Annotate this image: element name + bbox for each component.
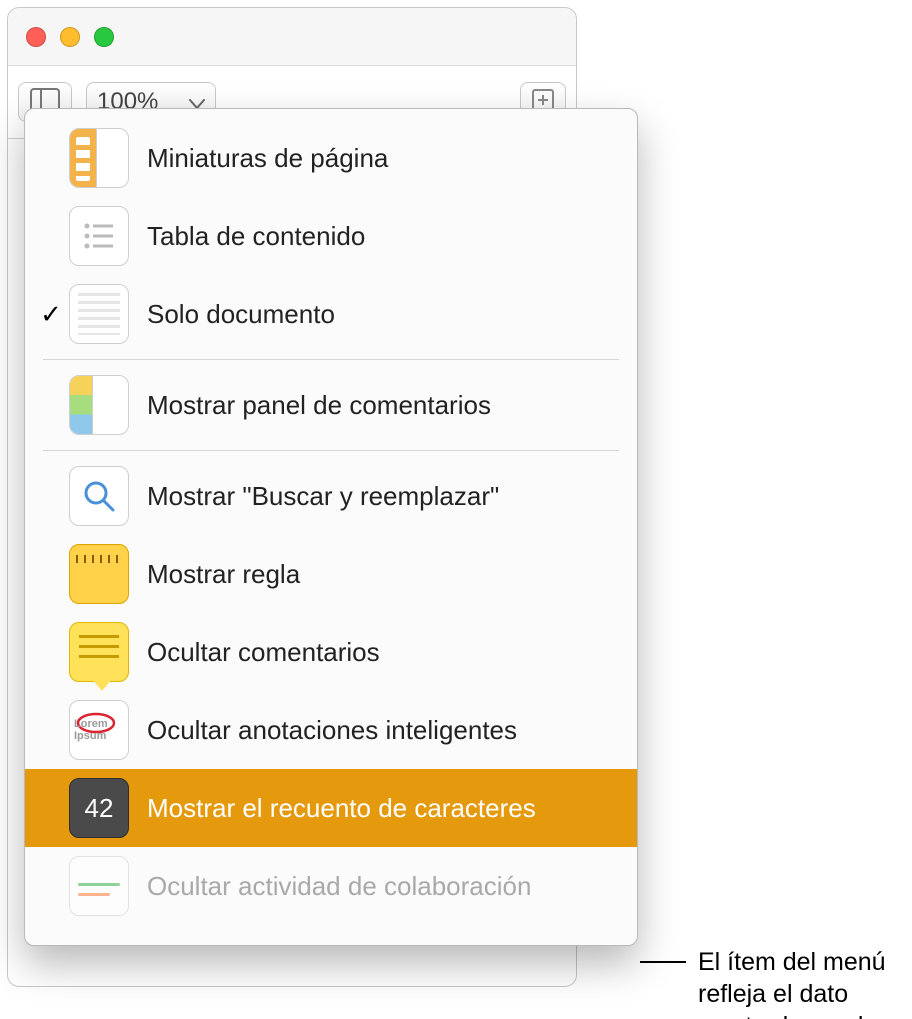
menu-item-hide-collaboration-activity: Ocultar actividad de colaboración (31, 847, 631, 925)
document-only-icon (69, 284, 129, 344)
smart-annotations-icon: Lorem Ipsum (69, 700, 129, 760)
menu-item-label: Ocultar anotaciones inteligentes (147, 715, 517, 746)
menu-item-hide-smart-annotations[interactable]: Lorem Ipsum Ocultar anotaciones intelige… (31, 691, 631, 769)
collaboration-activity-icon (69, 856, 129, 916)
menu-item-label: Miniaturas de página (147, 143, 388, 174)
menu-item-label: Ocultar comentarios (147, 637, 380, 668)
menu-item-label: Mostrar regla (147, 559, 300, 590)
menu-item-label: Mostrar el recuento de caracteres (147, 793, 536, 824)
menu-item-label: Mostrar panel de comentarios (147, 390, 491, 421)
menu-item-show-character-count[interactable]: 42 Mostrar el recuento de caracteres (25, 769, 637, 847)
zoom-window-button[interactable] (94, 27, 114, 47)
traffic-lights (26, 27, 114, 47)
menu-item-show-ruler[interactable]: Mostrar regla (31, 535, 631, 613)
close-window-button[interactable] (26, 27, 46, 47)
menu-item-hide-comments[interactable]: Ocultar comentarios (31, 613, 631, 691)
table-of-contents-icon (69, 206, 129, 266)
callout-text: El ítem del menú refleja el dato mostrad… (698, 946, 908, 1019)
titlebar (8, 8, 576, 66)
menu-item-page-thumbnails[interactable]: Miniaturas de página (31, 119, 631, 197)
menu-item-document-only[interactable]: ✓ Solo documento (31, 275, 631, 353)
menu-item-label: Mostrar "Buscar y reemplazar" (147, 481, 499, 512)
menu-separator (43, 450, 619, 451)
count-number: 42 (85, 793, 114, 824)
comments-panel-icon (69, 375, 129, 435)
menu-item-show-comments-panel[interactable]: Mostrar panel de comentarios (31, 366, 631, 444)
callout-leader-line (640, 961, 686, 963)
menu-item-label: Tabla de contenido (147, 221, 365, 252)
menu-item-find-replace[interactable]: Mostrar "Buscar y reemplazar" (31, 457, 631, 535)
checkmark-icon: ✓ (37, 299, 65, 330)
menu-separator (43, 359, 619, 360)
minimize-window-button[interactable] (60, 27, 80, 47)
menu-item-label: Ocultar actividad de colaboración (147, 871, 531, 902)
ruler-icon (69, 544, 129, 604)
search-icon (69, 466, 129, 526)
menu-item-table-of-contents[interactable]: Tabla de contenido (31, 197, 631, 275)
view-dropdown-menu: Miniaturas de página Tabla de contenido … (24, 108, 638, 946)
lorem-text: Lorem Ipsum (74, 718, 124, 742)
comment-note-icon (69, 622, 129, 682)
page-thumbnails-icon (69, 128, 129, 188)
character-count-icon: 42 (69, 778, 129, 838)
menu-item-label: Solo documento (147, 299, 335, 330)
